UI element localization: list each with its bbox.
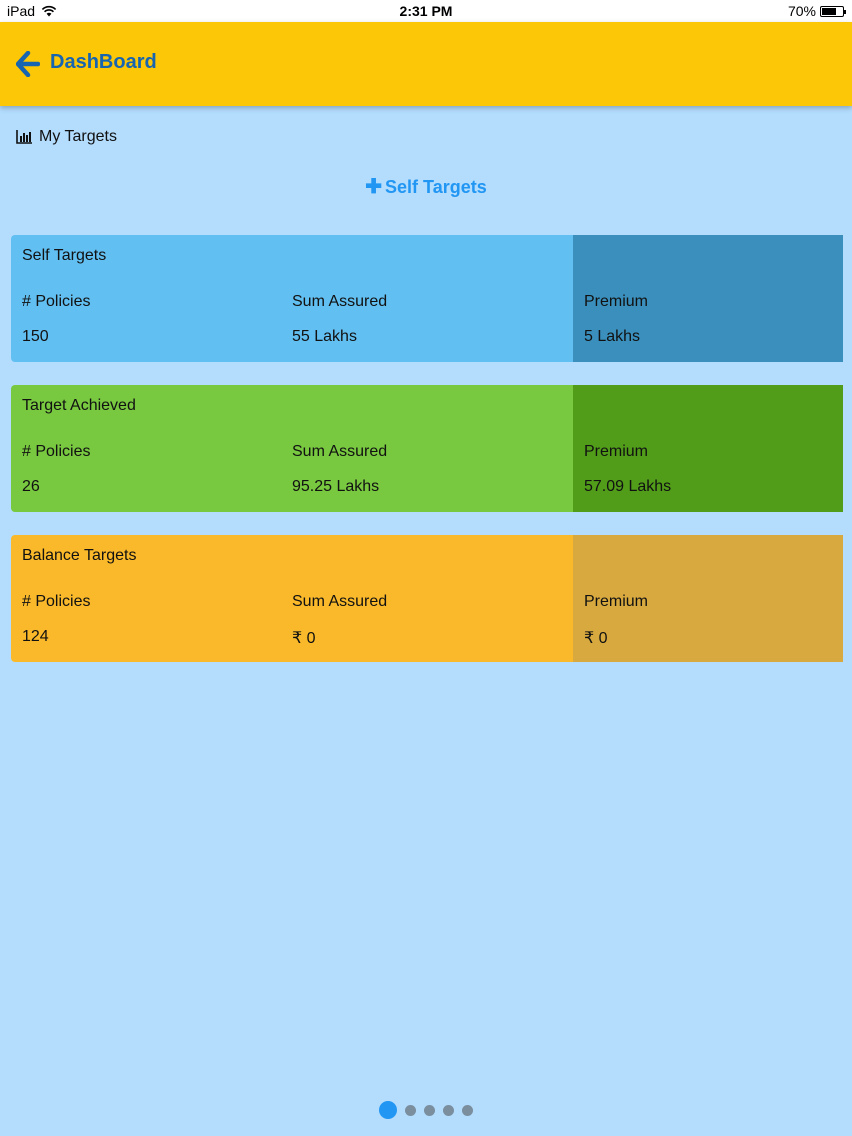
policies-value: 124 <box>22 628 49 645</box>
policies-label: # Policies <box>22 443 91 460</box>
sum-assured-value: ₹ 0 <box>292 630 316 647</box>
battery-fill <box>822 7 836 15</box>
sum-assured-value: 95.25 Lakhs <box>292 478 380 495</box>
card-title: Balance Targets <box>22 547 137 564</box>
sum-assured-label: Sum Assured <box>292 293 388 310</box>
battery-icon <box>820 5 846 17</box>
app-header: DashBoard <box>0 22 852 106</box>
bar-chart-icon <box>16 130 32 144</box>
page-dot[interactable] <box>443 1104 454 1116</box>
premium-label: Premium <box>584 293 649 310</box>
section-title-label: My Targets <box>39 128 117 145</box>
card-title: Self Targets <box>22 247 107 264</box>
policies-value: 26 <box>22 478 40 495</box>
policies-label: # Policies <box>22 293 91 310</box>
target-achieved-card: Target Achieved # Policies 26 Sum Assure… <box>11 385 843 512</box>
premium-value: ₹ 0 <box>584 630 608 647</box>
premium-label: Premium <box>584 443 649 460</box>
status-bar: iPad 2:31 PM 70% <box>0 0 852 22</box>
battery-percent: 70% <box>787 3 816 19</box>
premium-value: 57.09 Lakhs <box>584 478 672 495</box>
page-dot[interactable] <box>462 1104 473 1116</box>
add-self-targets-label: Self Targets <box>385 177 487 197</box>
page-dot[interactable] <box>379 1101 397 1119</box>
arrow-left-icon <box>15 50 41 78</box>
status-right: 70% <box>787 3 846 19</box>
back-button[interactable] <box>15 50 41 78</box>
policies-label: # Policies <box>22 593 91 610</box>
sum-assured-label: Sum Assured <box>292 593 388 610</box>
premium-label: Premium <box>584 593 649 610</box>
status-time: 2:31 PM <box>399 3 453 19</box>
premium-value: 5 Lakhs <box>584 328 641 345</box>
section-title: My Targets <box>16 128 117 146</box>
page-dot[interactable] <box>405 1104 416 1116</box>
card-main-panel: Balance Targets # Policies 124 Sum Assur… <box>11 535 573 662</box>
card-premium-panel: Premium ₹ 0 <box>573 535 843 662</box>
plus-icon: ✚ <box>365 176 383 198</box>
balance-targets-card: Balance Targets # Policies 124 Sum Assur… <box>11 535 843 662</box>
card-title: Target Achieved <box>22 397 136 414</box>
policies-value: 150 <box>22 328 49 345</box>
page-indicator <box>0 1101 852 1119</box>
card-main-panel: Self Targets # Policies 150 Sum Assured … <box>11 235 573 362</box>
self-targets-card: Self Targets # Policies 150 Sum Assured … <box>11 235 843 362</box>
card-main-panel: Target Achieved # Policies 26 Sum Assure… <box>11 385 573 512</box>
sum-assured-label: Sum Assured <box>292 443 388 460</box>
card-premium-panel: Premium 5 Lakhs <box>573 235 843 362</box>
card-premium-panel: Premium 57.09 Lakhs <box>573 385 843 512</box>
page-title: DashBoard <box>50 51 157 73</box>
sum-assured-value: 55 Lakhs <box>292 328 357 345</box>
add-self-targets-button[interactable]: ✚ Self Targets <box>0 174 852 199</box>
page-dot[interactable] <box>424 1104 435 1116</box>
